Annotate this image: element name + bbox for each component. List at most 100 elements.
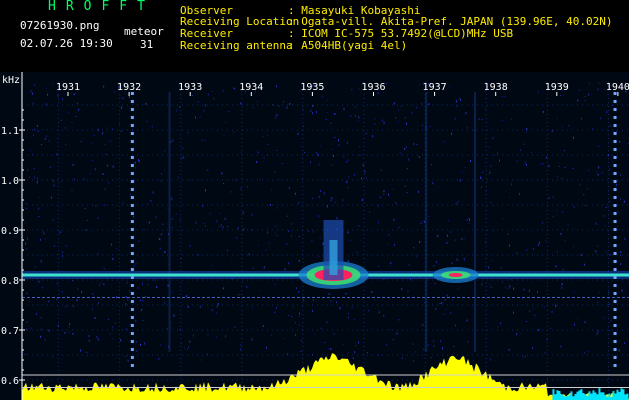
noise-speckle [577, 317, 579, 319]
noise-speckle [312, 105, 314, 108]
noise-speckle [621, 289, 623, 292]
meteor-echo-dot [130, 260, 134, 263]
noise-speckle [355, 115, 357, 118]
noise-speckle [179, 219, 181, 221]
noise-speckle [72, 305, 74, 308]
meteor-echo-dot [130, 212, 134, 215]
noise-speckle [488, 146, 490, 148]
noise-speckle [160, 233, 162, 236]
noise-speckle [561, 126, 563, 128]
noise-speckle [52, 82, 54, 84]
y-tick-label: 0.7 [1, 326, 19, 337]
meteor-echo-dot [130, 116, 134, 119]
noise-speckle [395, 116, 397, 119]
noise-speckle [268, 242, 270, 244]
noise-speckle [81, 290, 83, 293]
noise-speckle [347, 187, 349, 189]
noise-speckle [25, 242, 27, 245]
noise-speckle [521, 298, 523, 300]
noise-speckle [433, 264, 435, 267]
noise-speckle [301, 340, 303, 342]
noise-speckle [111, 243, 113, 246]
noise-speckle [127, 298, 129, 301]
noise-speckle [316, 151, 318, 154]
noise-speckle [377, 221, 379, 224]
x-tick-label: 1933 [178, 82, 202, 93]
noise-speckle [50, 196, 52, 199]
noise-speckle [330, 122, 332, 124]
noise-speckle [526, 127, 528, 130]
noise-speckle [551, 310, 553, 313]
noise-speckle [363, 170, 365, 172]
noise-speckle [468, 222, 470, 224]
noise-speckle [211, 264, 213, 266]
noise-speckle [390, 261, 392, 264]
noise-speckle [564, 166, 566, 168]
noise-speckle [352, 357, 354, 360]
noise-speckle [338, 144, 340, 147]
noise-speckle [544, 351, 546, 354]
noise-speckle [383, 193, 385, 195]
noise-speckle [546, 338, 548, 341]
info-value-antenna: : A504HB(yagi 4el) [288, 39, 408, 52]
noise-speckle [52, 219, 54, 221]
noise-speckle [537, 90, 539, 93]
meteor-echo-dot [613, 348, 617, 351]
noise-speckle [68, 326, 70, 328]
noise-speckle [86, 351, 88, 353]
noise-speckle [282, 337, 284, 339]
meteor-label: meteor [124, 25, 164, 38]
meteor-echo-dot [613, 116, 617, 119]
noise-speckle [88, 339, 90, 342]
noise-speckle [27, 169, 29, 172]
info-label-antenna: Receiving antenna [180, 39, 293, 52]
meteor-echo-dot [613, 196, 617, 199]
meteor-echo-dot [130, 340, 134, 343]
noise-speckle [233, 131, 235, 133]
noise-speckle [56, 137, 58, 139]
noise-speckle [203, 110, 205, 112]
noise-speckle [584, 99, 586, 102]
noise-speckle [377, 204, 379, 207]
noise-speckle [104, 188, 106, 190]
noise-speckle [288, 186, 290, 189]
noise-speckle [263, 160, 265, 162]
noise-speckle [342, 199, 344, 202]
noise-speckle [500, 322, 502, 325]
noise-speckle [604, 317, 606, 319]
noise-speckle [371, 291, 373, 294]
noise-speckle [295, 334, 297, 337]
noise-speckle [412, 359, 414, 362]
noise-speckle [510, 118, 512, 120]
noise-speckle [516, 333, 518, 336]
noise-speckle [216, 305, 218, 308]
noise-speckle [90, 173, 92, 175]
noise-speckle [189, 180, 191, 182]
noise-speckle [525, 355, 527, 357]
noise-speckle [187, 132, 189, 134]
noise-speckle [500, 267, 502, 269]
noise-speckle [464, 167, 466, 169]
noise-speckle [529, 310, 531, 313]
noise-speckle [322, 242, 324, 245]
noise-speckle [32, 102, 34, 105]
noise-speckle [383, 190, 385, 193]
noise-speckle [135, 319, 137, 322]
noise-speckle [326, 111, 328, 113]
noise-speckle [399, 152, 401, 154]
noise-speckle [276, 113, 278, 116]
meteor-echo-dot [130, 252, 134, 255]
noise-speckle [490, 165, 492, 167]
noise-speckle [395, 201, 397, 204]
y-tick-label: 0.9 [1, 226, 19, 237]
noise-speckle [251, 213, 253, 216]
noise-speckle [373, 299, 375, 301]
datetime-label: 02.07.26 19:30 [20, 37, 113, 50]
noise-speckle [202, 205, 204, 208]
noise-speckle [93, 134, 95, 136]
noise-speckle [358, 116, 360, 119]
noise-speckle [536, 290, 538, 293]
noise-speckle [251, 338, 253, 341]
noise-speckle [392, 338, 394, 341]
noise-speckle [78, 108, 80, 111]
